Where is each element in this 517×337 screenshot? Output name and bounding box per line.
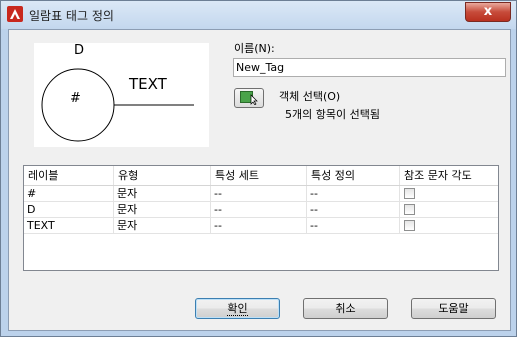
column-header-label[interactable]: 레이블 bbox=[24, 166, 114, 185]
cell-property-set: -- bbox=[211, 186, 307, 202]
cell-property-def: -- bbox=[307, 202, 400, 218]
table-row[interactable]: D 문자 -- -- bbox=[24, 202, 498, 218]
app-logo-icon bbox=[7, 6, 23, 22]
tag-table: 레이블 유형 특성 세트 특성 정의 참조 문자 각도 # 문자 -- -- D… bbox=[23, 165, 499, 271]
cell-label: TEXT bbox=[24, 218, 114, 234]
select-objects-label: 객체 선택(O) bbox=[279, 90, 341, 103]
name-label: 이름(N): bbox=[234, 42, 275, 55]
ok-button-label: 확인 bbox=[227, 302, 248, 316]
cell-type: 문자 bbox=[114, 186, 211, 202]
title-bar[interactable]: 일람표 태그 정의 x bbox=[1, 1, 516, 29]
tag-preview-drawing bbox=[41, 68, 194, 142]
column-header-ref-angle[interactable]: 참조 문자 각도 bbox=[400, 166, 498, 185]
column-header-type[interactable]: 유형 bbox=[114, 166, 211, 185]
name-input[interactable] bbox=[233, 58, 506, 77]
cancel-button[interactable]: 취소 bbox=[303, 298, 388, 319]
cell-label: D bbox=[24, 202, 114, 218]
selection-status: 5개의 항목이 선택됨 bbox=[285, 108, 380, 121]
table-row[interactable]: TEXT 문자 -- -- bbox=[24, 218, 498, 234]
cell-property-def: -- bbox=[307, 186, 400, 202]
cell-property-set: -- bbox=[211, 202, 307, 218]
ok-button[interactable]: 확인 bbox=[195, 298, 280, 319]
preview-label-hash: # bbox=[70, 91, 81, 106]
preview-label-d: D bbox=[74, 43, 85, 58]
cell-type: 문자 bbox=[114, 202, 211, 218]
tag-preview: D TEXT # bbox=[34, 43, 209, 147]
select-objects-icon bbox=[240, 91, 258, 105]
ref-angle-checkbox[interactable] bbox=[404, 204, 415, 215]
table-row[interactable]: # 문자 -- -- bbox=[24, 186, 498, 202]
help-button[interactable]: 도움말 bbox=[411, 298, 496, 319]
table-header: 레이블 유형 특성 세트 특성 정의 참조 문자 각도 bbox=[24, 166, 498, 186]
help-button-label: 도움말 bbox=[438, 302, 469, 315]
close-icon: x bbox=[483, 4, 493, 19]
cell-property-def: -- bbox=[307, 218, 400, 234]
ref-angle-checkbox[interactable] bbox=[404, 220, 415, 231]
dialog-window: 일람표 태그 정의 x D TEXT # 이름(N): 객체 선택(O) 5개의… bbox=[0, 0, 517, 337]
close-button[interactable]: x bbox=[465, 2, 511, 22]
cell-label: # bbox=[24, 186, 114, 202]
cancel-button-label: 취소 bbox=[335, 302, 356, 315]
column-header-property-set[interactable]: 특성 세트 bbox=[211, 166, 307, 185]
cell-property-set: -- bbox=[211, 218, 307, 234]
preview-label-text: TEXT bbox=[129, 75, 167, 93]
ref-angle-checkbox[interactable] bbox=[404, 188, 415, 199]
window-title: 일람표 태그 정의 bbox=[29, 9, 114, 23]
dialog-body: D TEXT # 이름(N): 객체 선택(O) 5개의 항목이 선택됨 레이블… bbox=[8, 29, 511, 331]
column-header-property-def[interactable]: 특성 정의 bbox=[307, 166, 400, 185]
cell-type: 문자 bbox=[114, 218, 211, 234]
select-objects-button[interactable] bbox=[234, 88, 264, 108]
